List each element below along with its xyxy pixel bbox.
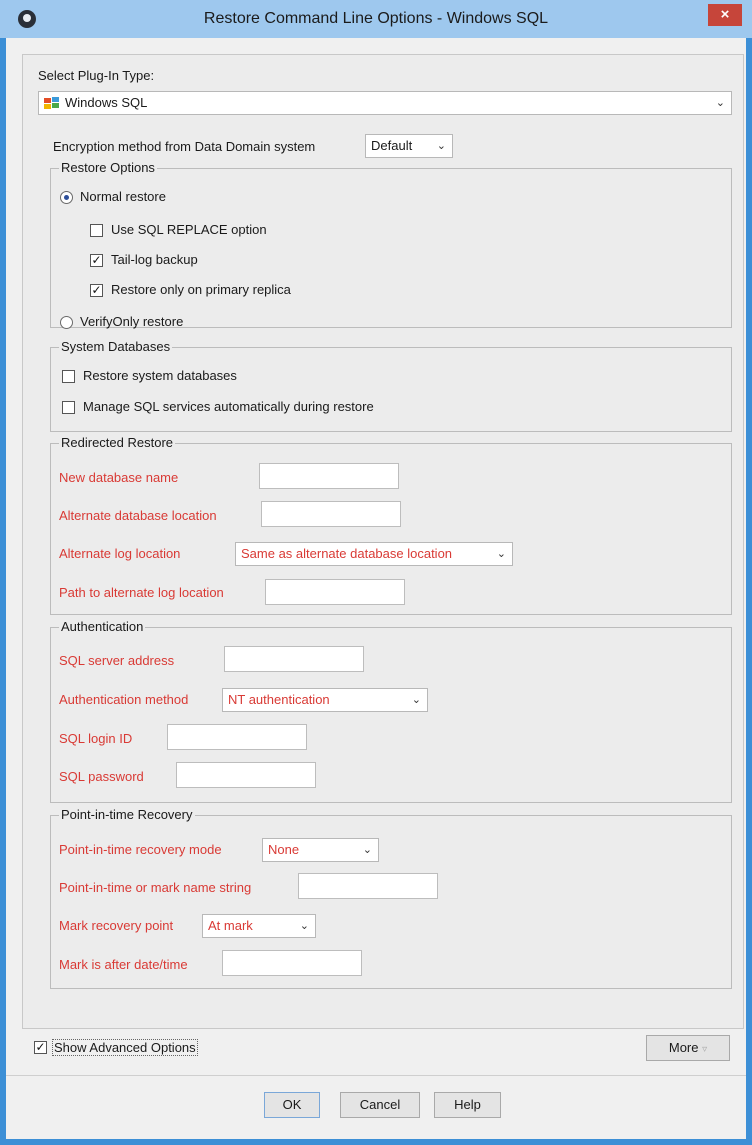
path-alt-log-label: Path to alternate log location [59,585,224,600]
mark-recovery-point-select[interactable]: At mark ⌄ [202,914,316,938]
sql-server-address-input[interactable] [224,646,364,672]
plugin-type-label: Select Plug-In Type: [38,68,155,83]
alt-db-location-input[interactable] [261,501,401,527]
show-advanced-checkbox[interactable]: ✓ [34,1041,47,1054]
normal-restore-radio[interactable] [60,191,73,204]
title-bar[interactable]: Restore Command Line Options - Windows S… [0,0,752,38]
system-databases-title: System Databases [59,339,173,354]
alt-log-location-label: Alternate log location [59,546,181,561]
chevron-down-icon: ⌄ [411,694,421,706]
auth-method-value: NT authentication [228,692,330,707]
restore-system-databases-checkbox[interactable] [62,370,75,383]
tail-log-label: Tail-log backup [111,252,198,267]
restore-system-databases-label: Restore system databases [83,368,237,383]
sql-server-icon [44,97,59,109]
check-icon: ✓ [91,253,102,267]
point-in-time-title: Point-in-time Recovery [59,807,195,822]
mark-after-label: Mark is after date/time [59,957,188,972]
sql-password-input[interactable] [176,762,316,788]
cancel-button[interactable]: Cancel [340,1092,420,1118]
chevron-down-icon: ⌄ [362,844,372,856]
sql-login-id-input[interactable] [167,724,307,750]
pit-mode-value: None [268,842,300,857]
window-title: Restore Command Line Options - Windows S… [203,10,549,27]
show-advanced-label[interactable]: Show Advanced Options [52,1039,198,1056]
pit-mark-string-input[interactable] [298,873,438,899]
path-alt-log-input[interactable] [265,579,405,605]
chevron-down-icon: ⌄ [436,140,446,152]
normal-restore-label: Normal restore [80,189,166,204]
mark-recovery-point-label: Mark recovery point [59,918,174,933]
mark-after-input[interactable] [222,950,362,976]
plugin-type-value: Windows SQL [65,95,148,110]
use-replace-checkbox[interactable] [90,224,103,237]
ok-button[interactable]: OK [264,1092,320,1118]
pit-mode-select[interactable]: None ⌄ [262,838,379,862]
primary-replica-checkbox[interactable]: ✓ [90,284,103,297]
auth-method-select[interactable]: NT authentication ⌄ [222,688,428,712]
options-panel: Select Plug-In Type: Windows SQL ⌄ Encry… [22,54,744,1029]
chevron-down-icon: ▿ [702,1044,708,1055]
verify-only-radio[interactable] [60,316,73,329]
authentication-group: Authentication SQL server address Authen… [50,619,732,803]
more-button-label: More [668,1040,699,1055]
dialog-client-area: Select Plug-In Type: Windows SQL ⌄ Encry… [6,38,746,1139]
encryption-select[interactable]: Default ⌄ [365,134,453,158]
chevron-down-icon: ⌄ [496,548,506,560]
restore-options-group: Restore Options Normal restore Use SQL R… [50,160,732,329]
dialog-window: Restore Command Line Options - Windows S… [0,0,752,1145]
use-replace-label: Use SQL REPLACE option [111,222,267,237]
tail-log-checkbox[interactable]: ✓ [90,254,103,267]
authentication-title: Authentication [59,619,146,634]
manage-services-label: Manage SQL services automatically during… [83,399,374,414]
alt-log-location-select[interactable]: Same as alternate database location ⌄ [235,542,513,566]
help-button[interactable]: Help [434,1092,501,1118]
pit-mark-string-label: Point-in-time or mark name string [59,880,252,895]
check-icon: ✓ [35,1040,46,1054]
verify-only-label: VerifyOnly restore [80,314,184,329]
mark-recovery-point-value: At mark [208,918,253,933]
redirected-restore-title: Redirected Restore [59,435,175,450]
alt-db-location-label: Alternate database location [59,508,217,523]
alt-log-location-value: Same as alternate database location [241,546,453,561]
chevron-down-icon: ⌄ [715,97,725,109]
new-database-name-input[interactable] [259,463,399,489]
more-button[interactable]: More ▿ [646,1035,730,1061]
point-in-time-group: Point-in-time Recovery Point-in-time rec… [50,807,732,989]
restore-options-title: Restore Options [59,160,157,175]
redirected-restore-group: Redirected Restore New database name Alt… [50,435,732,615]
auth-method-label: Authentication method [59,692,189,707]
chevron-down-icon: ⌄ [299,920,309,932]
encryption-label: Encryption method from Data Domain syste… [53,139,316,154]
sql-server-address-label: SQL server address [59,653,175,668]
sql-login-id-label: SQL login ID [59,731,133,746]
sql-password-label: SQL password [59,769,144,784]
encryption-value: Default [371,138,413,153]
pit-mode-label: Point-in-time recovery mode [59,842,222,857]
system-databases-group: System Databases Restore system database… [50,339,732,432]
close-button[interactable]: × [708,4,742,26]
primary-replica-label: Restore only on primary replica [111,282,291,297]
close-icon: × [720,6,730,23]
plugin-type-select[interactable]: Windows SQL ⌄ [38,91,732,115]
check-icon: ✓ [91,283,102,297]
new-database-name-label: New database name [59,470,179,485]
manage-services-checkbox[interactable] [62,401,75,414]
footer-divider [6,1075,746,1076]
